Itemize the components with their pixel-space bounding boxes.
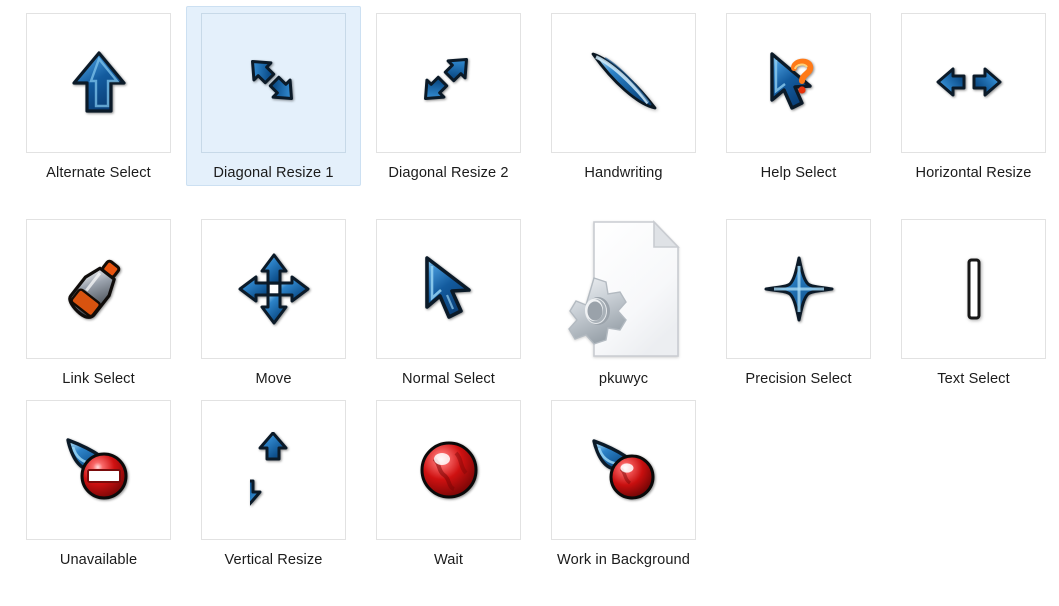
item-label: Wait xyxy=(433,552,464,568)
grid-item[interactable]: Text Select xyxy=(886,212,1059,392)
cursor-precision-crosshair xyxy=(764,256,834,322)
cursor-resize-diagonal-1 xyxy=(241,52,307,114)
cursor-handwriting-pen xyxy=(585,48,663,118)
grid-item[interactable]: Unavailable xyxy=(11,393,186,573)
item-label: Move xyxy=(255,371,292,387)
item-label: Work in Background xyxy=(557,552,690,568)
item-thumbnail xyxy=(551,400,696,540)
cursor-help-question xyxy=(764,50,834,116)
item-thumbnail xyxy=(726,13,871,153)
cursor-wait-busy-ball xyxy=(418,439,480,501)
item-label: Normal Select xyxy=(402,371,495,387)
item-label: Diagonal Resize 1 xyxy=(213,165,334,181)
grid-item[interactable]: Handwriting xyxy=(536,6,711,186)
item-label: Alternate Select xyxy=(46,165,151,181)
item-thumbnail xyxy=(901,219,1046,359)
grid-item[interactable]: Vertical Resize xyxy=(186,393,361,573)
icon-grid-view[interactable]: Alternate Select Diagonal Resize 1 Diago… xyxy=(0,0,1059,606)
cursor-resize-horizontal xyxy=(936,59,1012,107)
item-label: Horizontal Resize xyxy=(915,165,1032,181)
cursor-resize-vertical xyxy=(249,432,298,508)
cursor-text-ibeam xyxy=(961,258,987,320)
item-label: Precision Select xyxy=(745,371,852,387)
item-thumbnail xyxy=(376,400,521,540)
cursor-move-four-arrows xyxy=(238,253,310,325)
cursor-unavailable-noentry xyxy=(62,436,136,504)
grid-item[interactable]: pkuwyc xyxy=(536,212,711,392)
item-label: Help Select xyxy=(760,165,837,181)
cursor-work-background xyxy=(588,437,660,503)
cursor-normal-arrow xyxy=(419,255,479,323)
grid-item[interactable]: Diagonal Resize 1 xyxy=(186,6,361,186)
item-thumbnail xyxy=(551,219,696,359)
generic-file-gear-icon xyxy=(566,218,682,360)
item-label: Link Select xyxy=(62,371,135,387)
item-label: Text Select xyxy=(937,371,1010,387)
item-thumbnail xyxy=(26,13,171,153)
item-label: Handwriting xyxy=(584,165,663,181)
grid-item[interactable]: Help Select xyxy=(711,6,886,186)
item-thumbnail xyxy=(201,219,346,359)
cursor-link-hand xyxy=(67,254,131,324)
cursor-resize-diagonal-2 xyxy=(416,52,482,114)
item-thumbnail xyxy=(26,400,171,540)
item-label: Unavailable xyxy=(59,552,138,568)
grid-item[interactable]: Move xyxy=(186,212,361,392)
item-thumbnail xyxy=(901,13,1046,153)
cursor-arrow-up xyxy=(69,50,129,116)
item-thumbnail xyxy=(376,219,521,359)
item-label: pkuwyc xyxy=(598,371,649,387)
item-thumbnail xyxy=(376,13,521,153)
grid-item[interactable]: Precision Select xyxy=(711,212,886,392)
grid-item[interactable]: Diagonal Resize 2 xyxy=(361,6,536,186)
item-thumbnail xyxy=(726,219,871,359)
grid-item[interactable]: Normal Select xyxy=(361,212,536,392)
item-label: Vertical Resize xyxy=(224,552,323,568)
item-thumbnail xyxy=(201,400,346,540)
grid-item[interactable]: Horizontal Resize xyxy=(886,6,1059,186)
grid-item[interactable]: Work in Background xyxy=(536,393,711,573)
item-label: Diagonal Resize 2 xyxy=(388,165,509,181)
item-thumbnail xyxy=(551,13,696,153)
grid-item[interactable]: Alternate Select xyxy=(11,6,186,186)
item-thumbnail xyxy=(26,219,171,359)
grid-item[interactable]: Link Select xyxy=(11,212,186,392)
item-thumbnail xyxy=(201,13,346,153)
grid-item[interactable]: Wait xyxy=(361,393,536,573)
